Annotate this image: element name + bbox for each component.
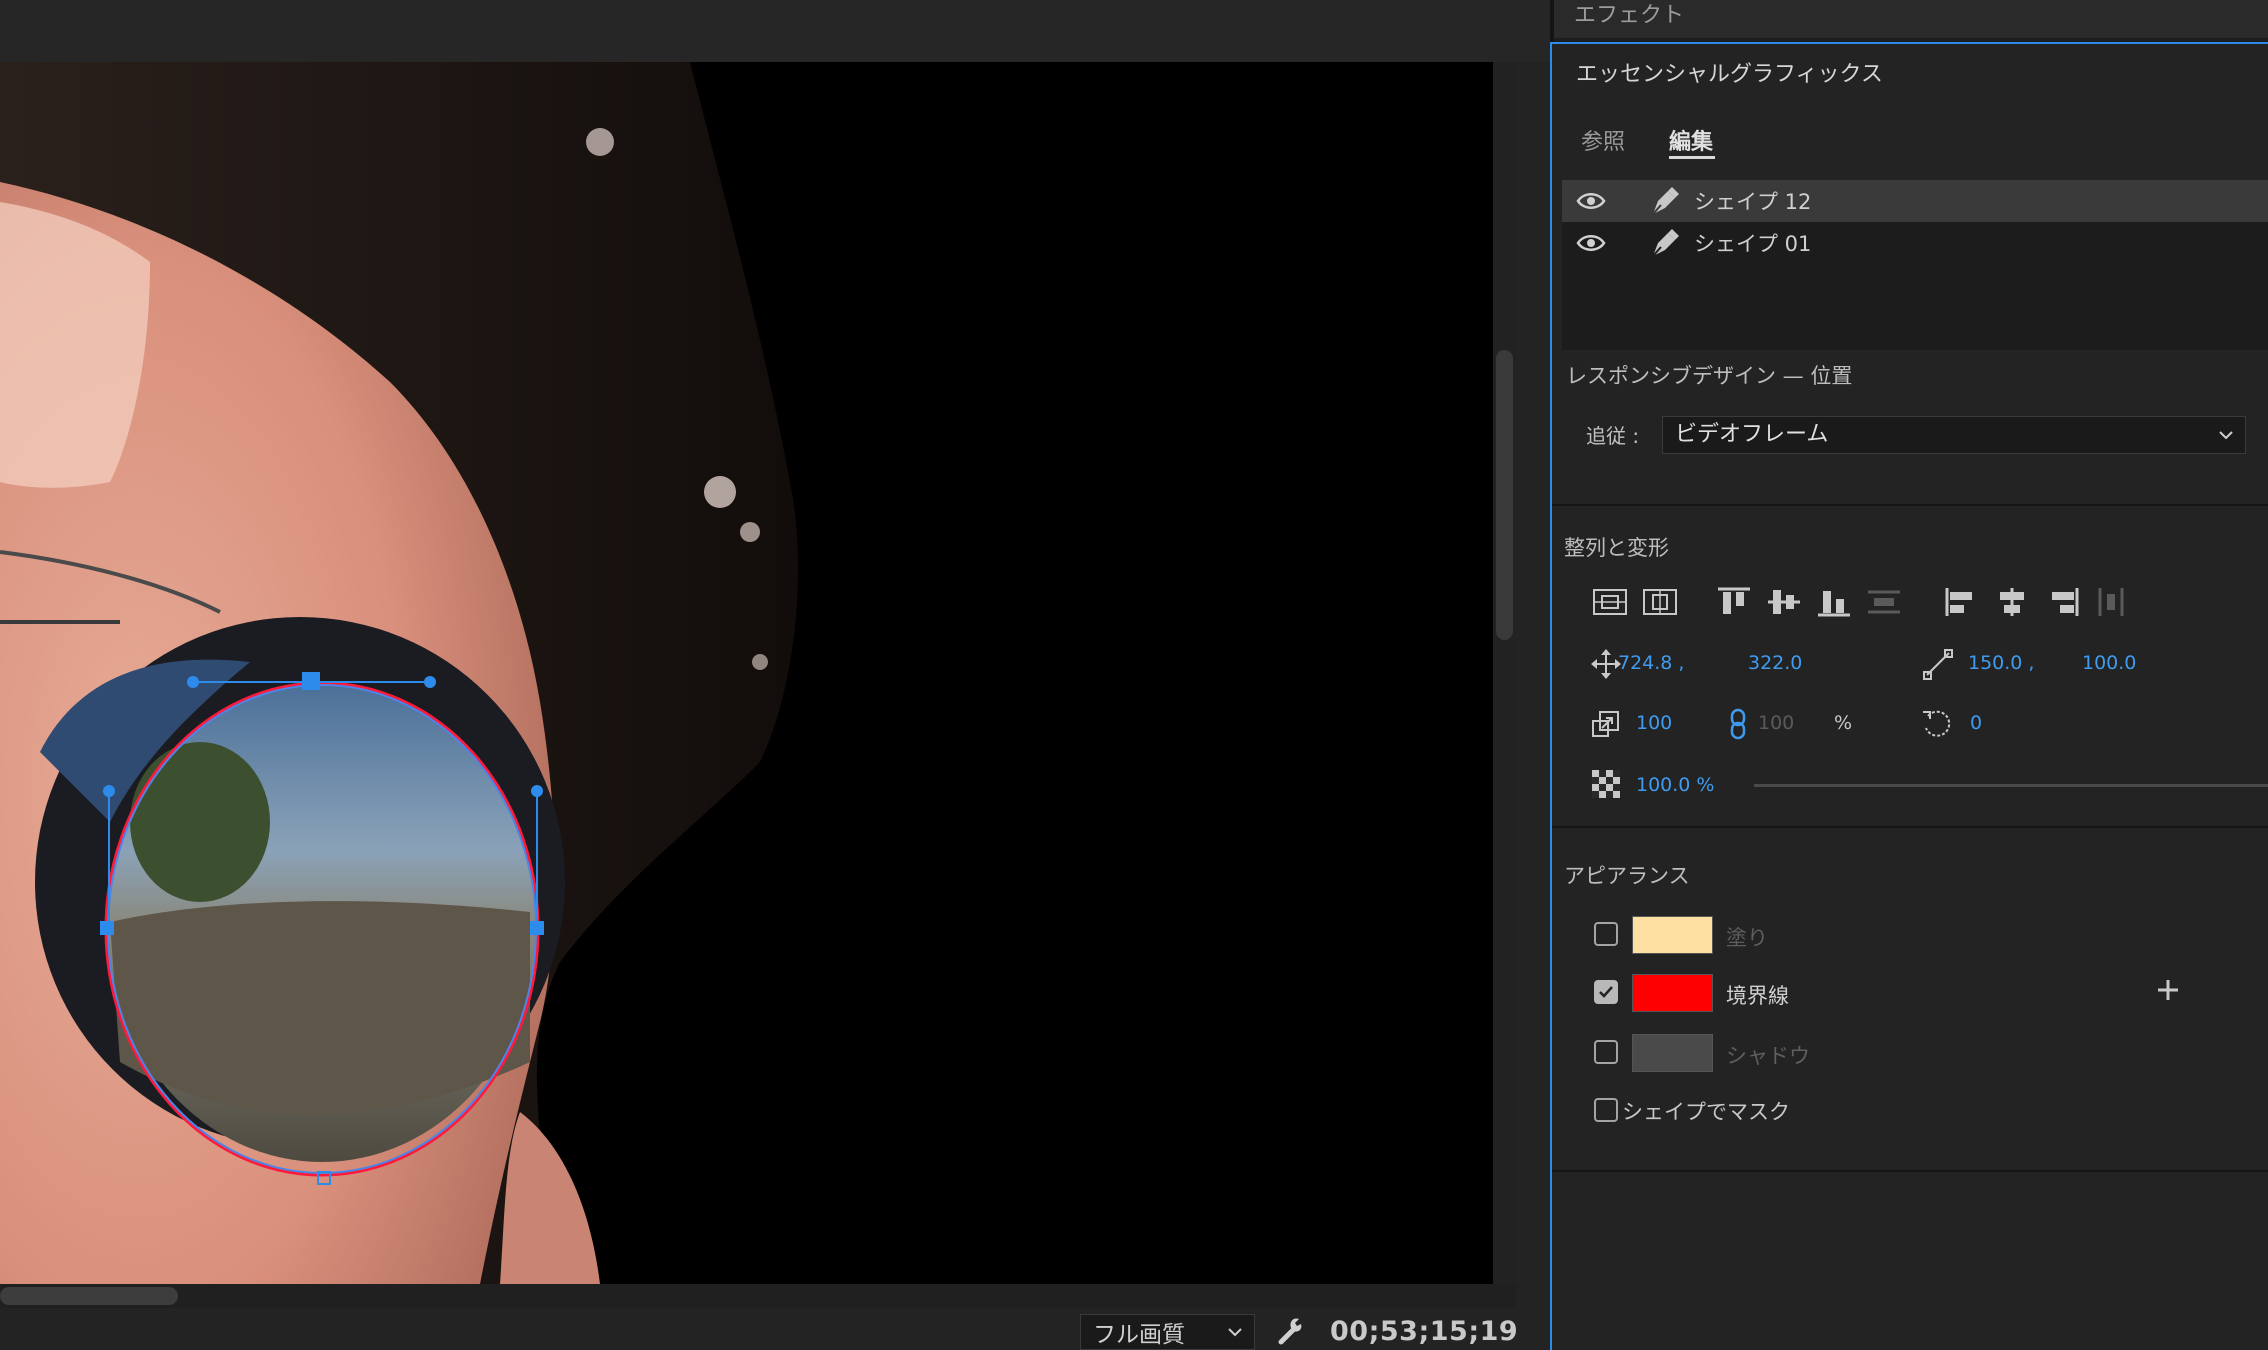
panel-title: エッセンシャルグラフィックス [1576,62,1883,87]
shadow-color-swatch[interactable] [1632,1034,1713,1072]
vertical-scrollbar[interactable] [1493,62,1516,1284]
eye-icon[interactable] [1576,189,1606,213]
horizontal-scrollbar-thumb[interactable] [0,1287,178,1305]
align-vertical-center-frame-icon[interactable] [1592,586,1628,618]
scale-height-value: 100 [1758,712,1795,734]
anchor-point-icon [1923,649,1953,680]
align-horizontal-center-frame-icon[interactable] [1642,586,1678,618]
playhead-timecode[interactable]: 00;53;15;19 [1330,1316,1518,1347]
shadow-label: シャドウ [1726,1044,1810,1068]
mask-with-shape-checkbox[interactable] [1594,1098,1618,1122]
section-divider [1552,1170,2268,1172]
align-center-icon[interactable] [1994,586,2030,618]
layer-row[interactable]: シェイプ 01 [1562,222,2268,264]
plus-icon[interactable] [2156,978,2180,1002]
chevron-down-icon [2219,431,2233,440]
align-right-icon[interactable] [2044,586,2080,618]
program-monitor: フル画質 00;53;15;19 [0,0,1550,1350]
follow-label: 追従 : [1586,424,1640,448]
monitor-bottom-bar [0,1308,1550,1350]
pen-tool-icon [1652,229,1679,257]
layer-row[interactable]: シェイプ 12 [1562,180,2268,222]
rotation-value[interactable]: 0 [1970,712,1982,734]
anchor-y-value[interactable]: 100.0 [2082,652,2136,674]
opacity-slider[interactable] [1754,784,2268,787]
video-preview-image [0,62,1493,1284]
layer-name: シェイプ 12 [1694,190,1812,214]
mask-with-shape-label: シェイプでマスク [1622,1100,1790,1124]
distribute-horizontal-icon [2098,588,2124,616]
opacity-checker-icon [1592,770,1620,798]
stroke-color-swatch[interactable] [1632,974,1713,1012]
tab-edit[interactable]: 編集 [1669,124,1713,156]
fill-label: 塗り [1726,926,1768,950]
monitor-top-bar [0,0,1550,62]
responsive-design-title: レスポンシブデザイン — 位置 [1566,364,1853,388]
rotation-icon [1923,710,1951,737]
horizontal-scrollbar[interactable] [0,1284,1516,1308]
follow-select-value: ビデオフレーム [1675,422,1829,447]
fill-color-swatch[interactable] [1632,916,1713,954]
anchor-x-value[interactable]: 150.0 , [1968,652,2034,674]
wrench-icon[interactable] [1275,1316,1307,1346]
section-divider [1552,826,2268,828]
scale-icon [1592,711,1619,737]
layer-name: シェイプ 01 [1694,232,1812,256]
essential-graphics-panel: エッセンシャルグラフィックス 参照 編集 シェイプ 12 シェイプ 01 レスポ… [1550,42,2268,1350]
layers-list: シェイプ 12 シェイプ 01 [1562,180,2268,350]
distribute-vertical-icon [1868,590,1900,614]
pen-tool-icon [1652,187,1679,215]
chevron-down-icon [1228,1328,1242,1337]
vertical-scrollbar-thumb[interactable] [1496,350,1513,640]
stroke-checkbox[interactable] [1594,980,1618,1004]
position-y-value[interactable]: 322.0 [1748,652,1802,674]
playback-quality-select[interactable]: フル画質 [1080,1314,1255,1350]
align-top-icon[interactable] [1716,586,1752,618]
align-bottom-icon[interactable] [1816,586,1852,618]
active-tab-indicator [1669,156,1715,159]
scale-value[interactable]: 100 [1636,712,1672,734]
section-divider [1552,504,2268,506]
align-middle-icon[interactable] [1766,586,1802,618]
opacity-value[interactable]: 100.0 % [1636,774,1715,796]
scale-unit: % [1834,712,1853,734]
eye-icon[interactable] [1576,231,1606,255]
appearance-title: アピアランス [1564,864,1690,888]
fill-checkbox[interactable] [1594,922,1618,946]
align-transform-title: 整列と変形 [1564,536,1669,560]
shadow-checkbox[interactable] [1594,1040,1618,1064]
effects-panel-header[interactable]: エフェクト [1554,0,2268,38]
stroke-label: 境界線 [1726,984,1789,1008]
checkmark-icon [1599,986,1613,998]
follow-select[interactable]: ビデオフレーム [1662,416,2246,454]
video-frame[interactable] [0,62,1493,1284]
align-left-icon[interactable] [1944,586,1980,618]
link-icon[interactable] [1728,708,1748,740]
position-x-value[interactable]: 724.8 , [1618,652,1684,674]
tab-browse[interactable]: 参照 [1581,124,1625,156]
playback-quality-value: フル画質 [1093,1322,1185,1348]
effects-panel-title: エフェクト [1574,3,1685,28]
